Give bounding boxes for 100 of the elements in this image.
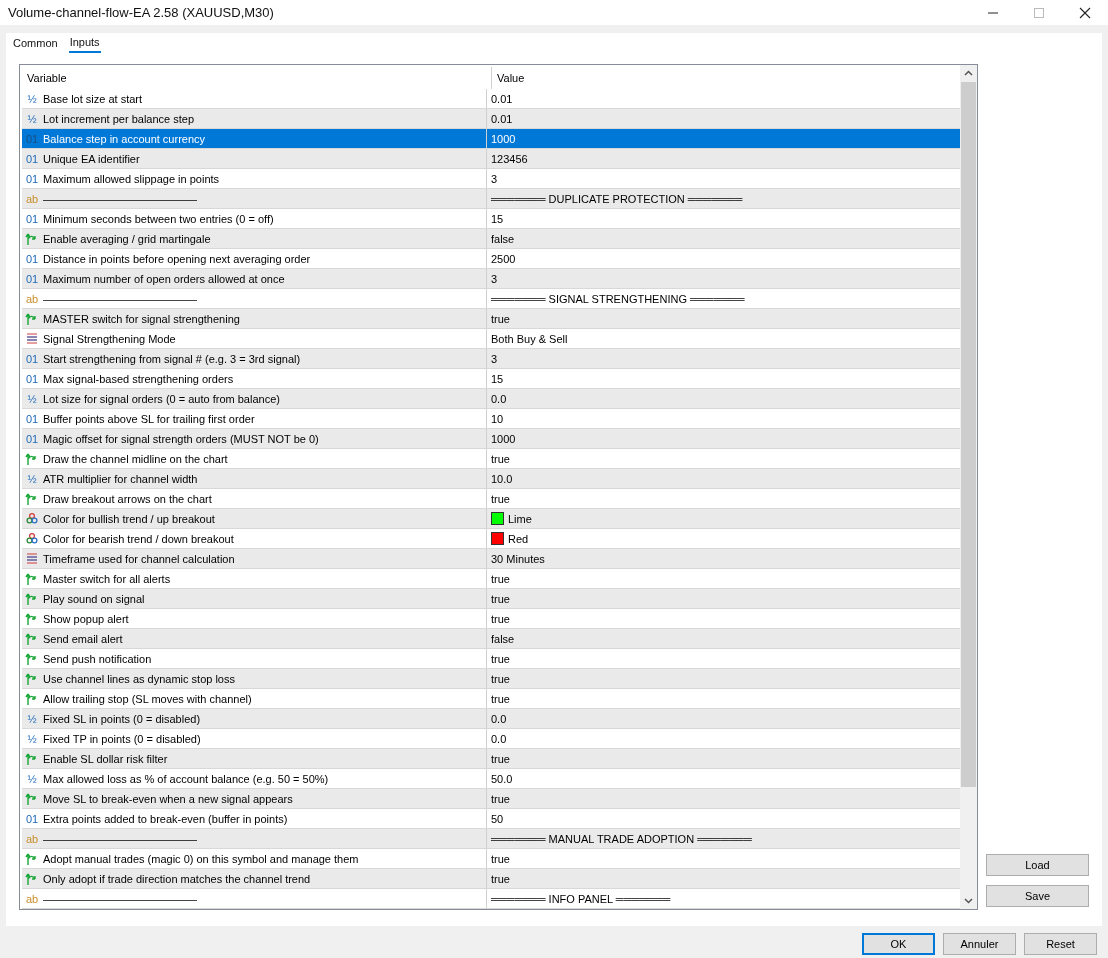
- tab[interactable]: Common: [12, 35, 59, 53]
- type-icon: ab: [25, 832, 39, 845]
- table-row[interactable]: ab —————————————— ═══════ DUPLICATE PROTECTION ═══════: [22, 189, 960, 209]
- variable-value: 15: [491, 212, 504, 225]
- table-row[interactable]: 01 Extra points added to break-even (buffer in points) 50: [22, 809, 960, 829]
- type-icon: ½: [25, 92, 39, 105]
- side-button[interactable]: Load: [986, 854, 1089, 876]
- table-row[interactable]: 01 Unique EA identifier 123456: [22, 149, 960, 169]
- table-row[interactable]: ½ Lot size for signal orders (0 = auto from balance) 0.0: [22, 389, 960, 409]
- table-row[interactable]: Adopt manual trades (magic 0) on this symbol and manage them true: [22, 849, 960, 869]
- table-row[interactable]: 01 Magic offset for signal strength orders (MUST NOT be 0) 1000: [22, 429, 960, 449]
- variable-value: true: [491, 872, 510, 885]
- variable-value: 0.01: [491, 92, 513, 105]
- table-row[interactable]: ½ Fixed SL in points (0 = disabled) 0.0: [22, 709, 960, 729]
- variable-value: Both Buy & Sell: [491, 332, 568, 345]
- table-row[interactable]: Send email alert false: [22, 629, 960, 649]
- table-row[interactable]: 01 Buffer points above SL for trailing first order 10: [22, 409, 960, 429]
- table-row[interactable]: 01 Maximum allowed slippage in points 3: [22, 169, 960, 189]
- variable-name: Only adopt if trade direction matches the channel trend: [43, 872, 311, 885]
- branch-arrow-icon: [25, 491, 39, 506]
- variable-name: Send push notification: [43, 652, 152, 665]
- table-row[interactable]: ½ Base lot size at start 0.01: [22, 89, 960, 109]
- type-icon: 01: [25, 132, 39, 145]
- variable-name: Signal Strengthening Mode: [43, 332, 176, 345]
- table-row[interactable]: ½ Max allowed loss as % of account balance (e.g. 50 = 50%) 50.0: [22, 769, 960, 789]
- type-icon: ab: [25, 892, 39, 905]
- type-icon: 01: [25, 272, 39, 285]
- type-icon: ½: [25, 712, 39, 725]
- variable-name: Send email alert: [43, 632, 123, 645]
- type-icon: 01: [25, 432, 39, 445]
- variable-value: true: [491, 752, 510, 765]
- table-row[interactable]: Use channel lines as dynamic stop loss true: [22, 669, 960, 689]
- table-row[interactable]: 01 Balance step in account currency 1000: [22, 129, 960, 149]
- table-row[interactable]: Timeframe used for channel calculation 30 Minutes: [22, 549, 960, 569]
- scrollbar[interactable]: [960, 65, 977, 909]
- table-row[interactable]: Master switch for all alerts true: [22, 569, 960, 589]
- variable-name: Base lot size at start: [43, 92, 143, 105]
- table-row[interactable]: 01 Distance in points before opening next averaging order 2500: [22, 249, 960, 269]
- table-row[interactable]: ½ Lot increment per balance step 0.01: [22, 109, 960, 129]
- dialog-button[interactable]: OK: [862, 933, 935, 955]
- scrollbar-thumb[interactable]: [961, 82, 976, 787]
- table-row[interactable]: Send push notification true: [22, 649, 960, 669]
- variable-value: 0.0: [491, 712, 507, 725]
- variable-name: Adopt manual trades (magic 0) on this symbol and manage them: [43, 852, 359, 865]
- table-row[interactable]: 01 Minimum seconds between two entries (0 = off) 15: [22, 209, 960, 229]
- table-row[interactable]: Color for bullish trend / up breakout Lime: [22, 509, 960, 529]
- table-row[interactable]: Play sound on signal true: [22, 589, 960, 609]
- table-row[interactable]: Color for bearish trend / down breakout Red: [22, 529, 960, 549]
- table-row[interactable]: MASTER switch for signal strengthening true: [22, 309, 960, 329]
- variable-value: false: [491, 232, 515, 245]
- table-row[interactable]: Allow trailing stop (SL moves with channel) true: [22, 689, 960, 709]
- type-icon: 01: [25, 152, 39, 165]
- type-icon: 01: [25, 352, 39, 365]
- variable-name: Unique EA identifier: [43, 152, 140, 165]
- variable-value: false: [491, 632, 515, 645]
- table-row[interactable]: Draw breakout arrows on the chart true: [22, 489, 960, 509]
- list-lines-icon: [25, 551, 39, 566]
- dialog-button[interactable]: Annuler: [943, 933, 1016, 955]
- variable-value: 0.0: [491, 732, 507, 745]
- table-row[interactable]: 01 Maximum number of open orders allowed at once 3: [22, 269, 960, 289]
- table-row[interactable]: Show popup alert true: [22, 609, 960, 629]
- table-row[interactable]: Enable SL dollar risk filter true: [22, 749, 960, 769]
- dialog-button[interactable]: Reset: [1024, 933, 1097, 955]
- table-row[interactable]: Enable averaging / grid martingale false: [22, 229, 960, 249]
- variable-value: ═══════ SIGNAL STRENGTHENING ═══════: [491, 292, 745, 305]
- variable-value: 3: [491, 172, 498, 185]
- table-row[interactable]: Only adopt if trade direction matches the channel trend true: [22, 869, 960, 889]
- table-row[interactable]: ab —————————————— ═══════ SIGNAL STRENGTHENING ═══════: [22, 289, 960, 309]
- table-row[interactable]: ½ Fixed TP in points (0 = disabled) 0.0: [22, 729, 960, 749]
- variable-name: Minimum seconds between two entries (0 = off): [43, 212, 274, 225]
- variable-value: 15: [491, 372, 504, 385]
- variable-value: ═══════ INFO PANEL ═══════: [491, 892, 671, 905]
- variable-name: Magic offset for signal strength orders (MUST NOT be 0): [43, 432, 319, 445]
- maximize-icon: [1033, 6, 1045, 19]
- branch-arrow-icon: [25, 691, 39, 706]
- branch-arrow-icon: [25, 231, 39, 246]
- variable-name: Fixed SL in points (0 = disabled): [43, 712, 201, 725]
- table-row[interactable]: 01 Start strengthening from signal # (e.g. 3 = 3rd signal) 3: [22, 349, 960, 369]
- table-row[interactable]: 01 Max signal-based strengthening orders 15: [22, 369, 960, 389]
- variable-name: Maximum allowed slippage in points: [43, 172, 220, 185]
- branch-arrow-icon: [25, 611, 39, 626]
- variable-name: Fixed TP in points (0 = disabled): [43, 732, 201, 745]
- table-row[interactable]: ab —————————————— ═══════ INFO PANEL ═══════: [22, 889, 960, 909]
- table-row[interactable]: Signal Strengthening Mode Both Buy & Sell: [22, 329, 960, 349]
- tab[interactable]: Inputs: [68, 35, 101, 53]
- table-row[interactable]: ab —————————————— ═══════ MANUAL TRADE ADOPTION ═══════: [22, 829, 960, 849]
- column-header: Value: [496, 71, 526, 86]
- variable-name: Extra points added to break-even (buffer in points): [43, 812, 288, 825]
- window-title: Volume-channel-flow-EA 2.58 (XAUUSD,M30): [8, 5, 274, 20]
- side-button[interactable]: Save: [986, 885, 1089, 907]
- variable-name: Draw the channel midline on the chart: [43, 452, 228, 465]
- variable-name: ——————————————: [43, 192, 197, 205]
- branch-arrow-icon: [25, 651, 39, 666]
- variable-name: Lot size for signal orders (0 = auto from balance): [43, 392, 280, 405]
- variable-value: 2500: [491, 252, 516, 265]
- table-row[interactable]: Draw the channel midline on the chart true: [22, 449, 960, 469]
- variable-value: true: [491, 612, 510, 625]
- variable-value: 50: [491, 812, 504, 825]
- table-row[interactable]: Move SL to break-even when a new signal appears true: [22, 789, 960, 809]
- table-row[interactable]: ½ ATR multiplier for channel width 10.0: [22, 469, 960, 489]
